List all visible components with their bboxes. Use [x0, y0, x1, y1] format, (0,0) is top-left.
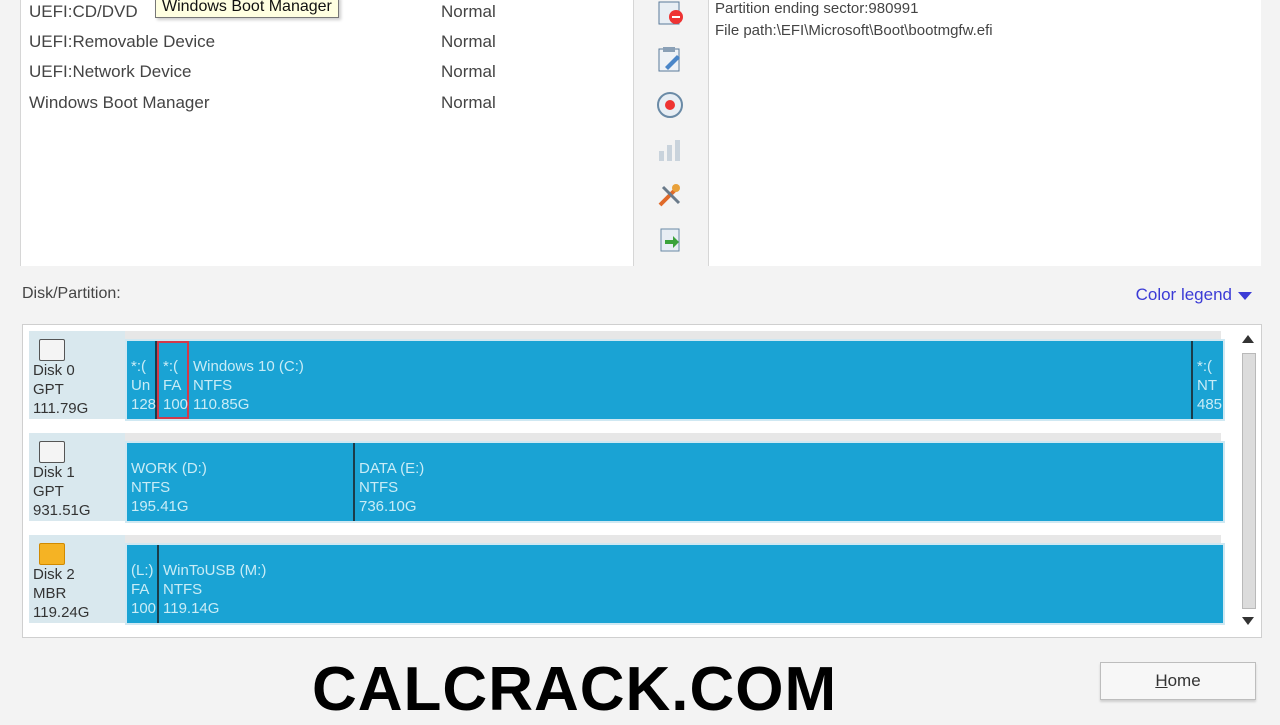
- partition-block[interactable]: DATA (E:) NTFS 736.10G: [355, 443, 1223, 521]
- partition-size: 485: [1197, 396, 1223, 413]
- record-icon[interactable]: [654, 89, 686, 121]
- export-icon[interactable]: [654, 224, 686, 256]
- partition-size: 110.85G: [193, 396, 250, 413]
- disk-name: Disk 1: [33, 464, 75, 481]
- partition-label: (L:): [131, 562, 154, 579]
- home-button-label: ome: [1167, 671, 1201, 690]
- boot-entry-status: Normal: [441, 93, 496, 112]
- partition-fs: NTFS: [193, 377, 233, 394]
- partition-bar: *:( Un 128 *:( FA 100 Windows 10 (C:) NT…: [125, 339, 1225, 421]
- partition-size: 736.10G: [359, 498, 417, 515]
- partition-fs: FA: [131, 581, 150, 598]
- color-legend-link[interactable]: Color legend: [1136, 285, 1252, 305]
- chevron-down-icon: [1238, 292, 1252, 300]
- disk-map-panel: Disk 0 GPT 111.79G *:( Un 128 *:( FA 100…: [22, 324, 1262, 638]
- partition-block[interactable]: WORK (D:) NTFS 195.41G: [127, 443, 355, 521]
- partition-fs: NTFS: [131, 479, 171, 496]
- partition-block[interactable]: *:( NT 485: [1193, 341, 1223, 419]
- vertical-scrollbar[interactable]: [1239, 329, 1257, 631]
- home-button[interactable]: Home: [1100, 662, 1256, 700]
- scroll-up-arrow-icon[interactable]: [1242, 335, 1254, 343]
- scroll-down-arrow-icon[interactable]: [1242, 617, 1254, 625]
- color-legend-label: Color legend: [1135, 285, 1232, 304]
- boot-toolbar: [636, 0, 706, 266]
- boot-entry-status: Normal: [441, 62, 496, 81]
- partition-label: *:(: [1197, 358, 1212, 375]
- disk-row[interactable]: Disk 1 GPT 931.51G WORK (D:) NTFS 195.41…: [29, 433, 1225, 523]
- hard-disk-icon: [39, 339, 65, 361]
- partition-block[interactable]: *:( Un 128: [127, 341, 157, 419]
- boot-entry-name: UEFI:CD/DVD: [29, 2, 138, 21]
- tools-icon[interactable]: [654, 180, 686, 212]
- disk-size: 931.51G: [33, 502, 91, 519]
- disk-name: Disk 2: [33, 566, 75, 583]
- boot-entry-name: UEFI:Network Device: [29, 62, 192, 81]
- boot-entry-status: Normal: [441, 32, 496, 51]
- partition-fs: FA: [163, 377, 182, 394]
- partition-size: 128: [131, 396, 157, 413]
- disk-size: 119.24G: [33, 604, 90, 621]
- partition-label: WORK (D:): [131, 460, 207, 477]
- boot-entry-list[interactable]: UEFI:CD/DVD Normal UEFI:Removable Device…: [20, 0, 634, 266]
- disk-scheme: GPT: [33, 381, 64, 398]
- partition-label: *:(: [131, 358, 146, 375]
- partition-fs: Un: [131, 377, 151, 394]
- scroll-thumb[interactable]: [1242, 353, 1256, 609]
- boot-entry-name: Windows Boot Manager: [29, 93, 210, 112]
- partition-label: DATA (E:): [359, 460, 425, 477]
- partition-block[interactable]: (L:) FA 100: [127, 545, 159, 623]
- disk-partition-label: Disk/Partition:: [22, 285, 121, 302]
- disk-info[interactable]: Disk 0 GPT 111.79G: [29, 331, 125, 419]
- home-button-mnemonic: H: [1155, 671, 1168, 690]
- partition-label: *:(: [163, 358, 178, 375]
- disk-name: Disk 0: [33, 362, 75, 379]
- edit-entry-icon[interactable]: [654, 44, 686, 76]
- partition-size: 119.14G: [163, 600, 220, 617]
- chart-icon[interactable]: [654, 134, 686, 166]
- delete-entry-icon[interactable]: [654, 0, 686, 30]
- partition-ending-sector: Partition ending sector:980991: [715, 0, 919, 17]
- disk-size: 111.79G: [33, 400, 89, 417]
- tooltip: Windows Boot Manager: [155, 0, 339, 18]
- disk-info[interactable]: Disk 1 GPT 931.51G: [29, 433, 125, 521]
- partition-size: 100: [131, 600, 157, 617]
- partition-fs: NTFS: [359, 479, 399, 496]
- partition-size: 100: [163, 396, 189, 413]
- disk-row[interactable]: Disk 0 GPT 111.79G *:( Un 128 *:( FA 100…: [29, 331, 1225, 421]
- partition-label: WinToUSB (M:): [163, 562, 267, 579]
- partition-bar: WORK (D:) NTFS 195.41G DATA (E:) NTFS 73…: [125, 441, 1225, 523]
- entry-details-pane: Partition ending sector:980991 File path…: [708, 0, 1261, 266]
- partition-bar: (L:) FA 100 WinToUSB (M:) NTFS 119.14G: [125, 543, 1225, 625]
- watermark-text: CALCRACK.COM: [312, 655, 838, 724]
- partition-block[interactable]: Windows 10 (C:) NTFS 110.85G: [189, 341, 1193, 419]
- partition-fs: NT: [1197, 377, 1217, 394]
- disk-scheme: GPT: [33, 483, 64, 500]
- partition-size: 195.41G: [131, 498, 189, 515]
- boot-entry-name: UEFI:Removable Device: [29, 32, 216, 51]
- disk-row[interactable]: Disk 2 MBR 119.24G (L:) FA 100 WinToUSB …: [29, 535, 1225, 625]
- usb-drive-icon: [39, 543, 65, 565]
- disk-scheme: MBR: [33, 585, 67, 602]
- partition-label: Windows 10 (C:): [193, 358, 304, 375]
- hard-disk-icon: [39, 441, 65, 463]
- partition-block-selected[interactable]: *:( FA 100: [157, 341, 189, 419]
- file-path: File path:\EFI\Microsoft\Boot\bootmgfw.e…: [715, 22, 993, 39]
- partition-block[interactable]: WinToUSB (M:) NTFS 119.14G: [159, 545, 1223, 623]
- partition-fs: NTFS: [163, 581, 203, 598]
- disk-info[interactable]: Disk 2 MBR 119.24G: [29, 535, 125, 623]
- boot-entry-status: Normal: [441, 2, 496, 21]
